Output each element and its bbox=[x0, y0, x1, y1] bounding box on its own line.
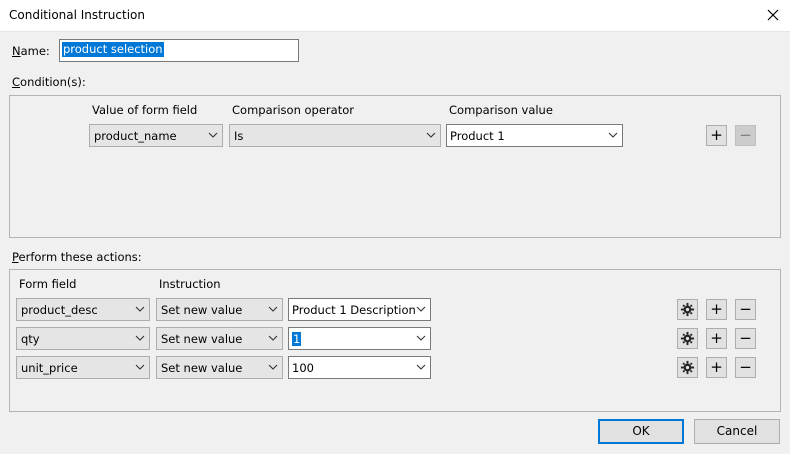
action-value-text: 100 bbox=[292, 361, 314, 375]
action-value-text: 1 bbox=[292, 332, 302, 346]
gear-icon bbox=[680, 302, 695, 317]
chevron-down-icon bbox=[426, 132, 436, 138]
window-title: Conditional Instruction bbox=[9, 8, 145, 22]
condition-value-text: Product 1 bbox=[450, 129, 505, 143]
condition-operator-select[interactable]: Is bbox=[229, 124, 441, 147]
remove-condition-button[interactable]: − bbox=[735, 125, 756, 146]
name-label: Name: bbox=[12, 44, 50, 58]
cancel-button[interactable]: Cancel bbox=[694, 419, 780, 444]
header-value-of-form-field: Value of form field bbox=[92, 103, 198, 117]
remove-action-button[interactable]: − bbox=[735, 299, 756, 320]
ok-button[interactable]: OK bbox=[598, 419, 684, 444]
action-field-value: unit_price bbox=[21, 361, 78, 375]
chevron-down-icon bbox=[268, 364, 278, 370]
action-instruction-select[interactable]: Set new value bbox=[156, 356, 283, 379]
gear-icon bbox=[680, 360, 695, 375]
action-value-combo[interactable]: 100 bbox=[288, 356, 431, 379]
add-action-button[interactable]: + bbox=[706, 357, 727, 378]
action-field-select[interactable]: product_desc bbox=[16, 298, 150, 321]
action-field-select[interactable]: unit_price bbox=[16, 356, 150, 379]
action-value-combo[interactable]: 1 bbox=[288, 327, 431, 350]
action-field-value: product_desc bbox=[21, 303, 98, 317]
action-value-combo[interactable]: Product 1 Description bbox=[288, 298, 431, 321]
action-settings-button[interactable] bbox=[677, 299, 698, 320]
action-instruction-value: Set new value bbox=[161, 303, 243, 317]
action-field-select[interactable]: qty bbox=[16, 327, 150, 350]
condition-value-combo[interactable]: Product 1 bbox=[446, 124, 623, 147]
close-icon[interactable] bbox=[762, 4, 784, 26]
action-instruction-select[interactable]: Set new value bbox=[156, 298, 283, 321]
remove-action-button[interactable]: − bbox=[735, 328, 756, 349]
add-condition-button[interactable]: + bbox=[706, 125, 727, 146]
action-field-value: qty bbox=[21, 332, 40, 346]
action-settings-button[interactable] bbox=[677, 357, 698, 378]
chevron-down-icon[interactable] bbox=[606, 128, 620, 142]
chevron-down-icon bbox=[208, 132, 218, 138]
add-action-button[interactable]: + bbox=[706, 299, 727, 320]
add-action-button[interactable]: + bbox=[706, 328, 727, 349]
chevron-down-icon bbox=[268, 306, 278, 312]
conditions-label: Condition(s): bbox=[12, 75, 86, 89]
action-instruction-value: Set new value bbox=[161, 361, 243, 375]
condition-operator-value: Is bbox=[234, 129, 244, 143]
actions-label: Perform these actions: bbox=[12, 250, 142, 264]
title-bar: Conditional Instruction bbox=[0, 0, 790, 32]
action-instruction-value: Set new value bbox=[161, 332, 243, 346]
chevron-down-icon[interactable] bbox=[414, 331, 428, 345]
condition-field-select[interactable]: product_name bbox=[89, 124, 223, 147]
condition-field-value: product_name bbox=[94, 129, 177, 143]
header-form-field: Form field bbox=[19, 277, 77, 291]
header-comparison-operator: Comparison operator bbox=[232, 103, 354, 117]
action-settings-button[interactable] bbox=[677, 328, 698, 349]
chevron-down-icon bbox=[135, 335, 145, 341]
name-value: product selection bbox=[62, 42, 164, 57]
header-comparison-value: Comparison value bbox=[449, 103, 553, 117]
chevron-down-icon bbox=[268, 335, 278, 341]
gear-icon bbox=[680, 331, 695, 346]
chevron-down-icon bbox=[135, 306, 145, 312]
name-input[interactable]: product selection bbox=[59, 39, 299, 62]
remove-action-button[interactable]: − bbox=[735, 357, 756, 378]
header-instruction: Instruction bbox=[159, 277, 221, 291]
chevron-down-icon[interactable] bbox=[414, 360, 428, 374]
chevron-down-icon bbox=[135, 364, 145, 370]
action-instruction-select[interactable]: Set new value bbox=[156, 327, 283, 350]
chevron-down-icon[interactable] bbox=[414, 302, 428, 316]
action-value-text: Product 1 Description bbox=[292, 303, 416, 317]
